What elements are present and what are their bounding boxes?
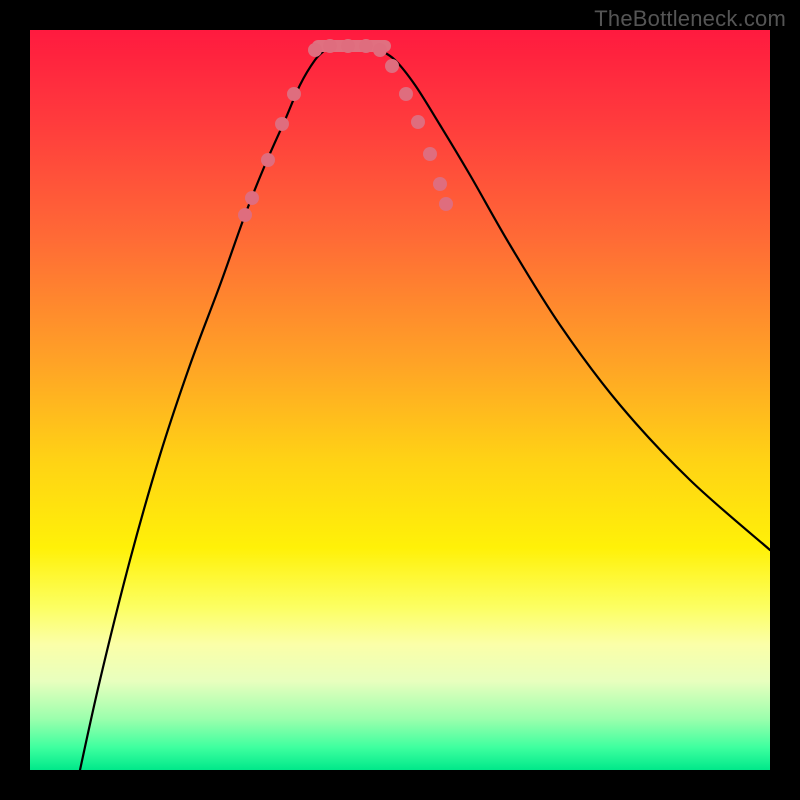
data-point [341, 39, 355, 53]
data-point-markers [238, 39, 453, 222]
curve-right-branch [380, 50, 770, 550]
curve-left-branch [80, 50, 325, 770]
data-point [359, 39, 373, 53]
watermark-text: TheBottleneck.com [594, 6, 786, 32]
data-point [439, 197, 453, 211]
data-point [433, 177, 447, 191]
data-point [308, 43, 322, 57]
data-point [399, 87, 413, 101]
data-point [275, 117, 289, 131]
data-point [423, 147, 437, 161]
data-point [373, 43, 387, 57]
plot-area [30, 30, 770, 770]
outer-frame: TheBottleneck.com [0, 0, 800, 800]
data-point [287, 87, 301, 101]
data-point [245, 191, 259, 205]
data-point [385, 59, 399, 73]
chart-svg [30, 30, 770, 770]
data-point [261, 153, 275, 167]
data-point [411, 115, 425, 129]
data-point [323, 39, 337, 53]
data-point [238, 208, 252, 222]
